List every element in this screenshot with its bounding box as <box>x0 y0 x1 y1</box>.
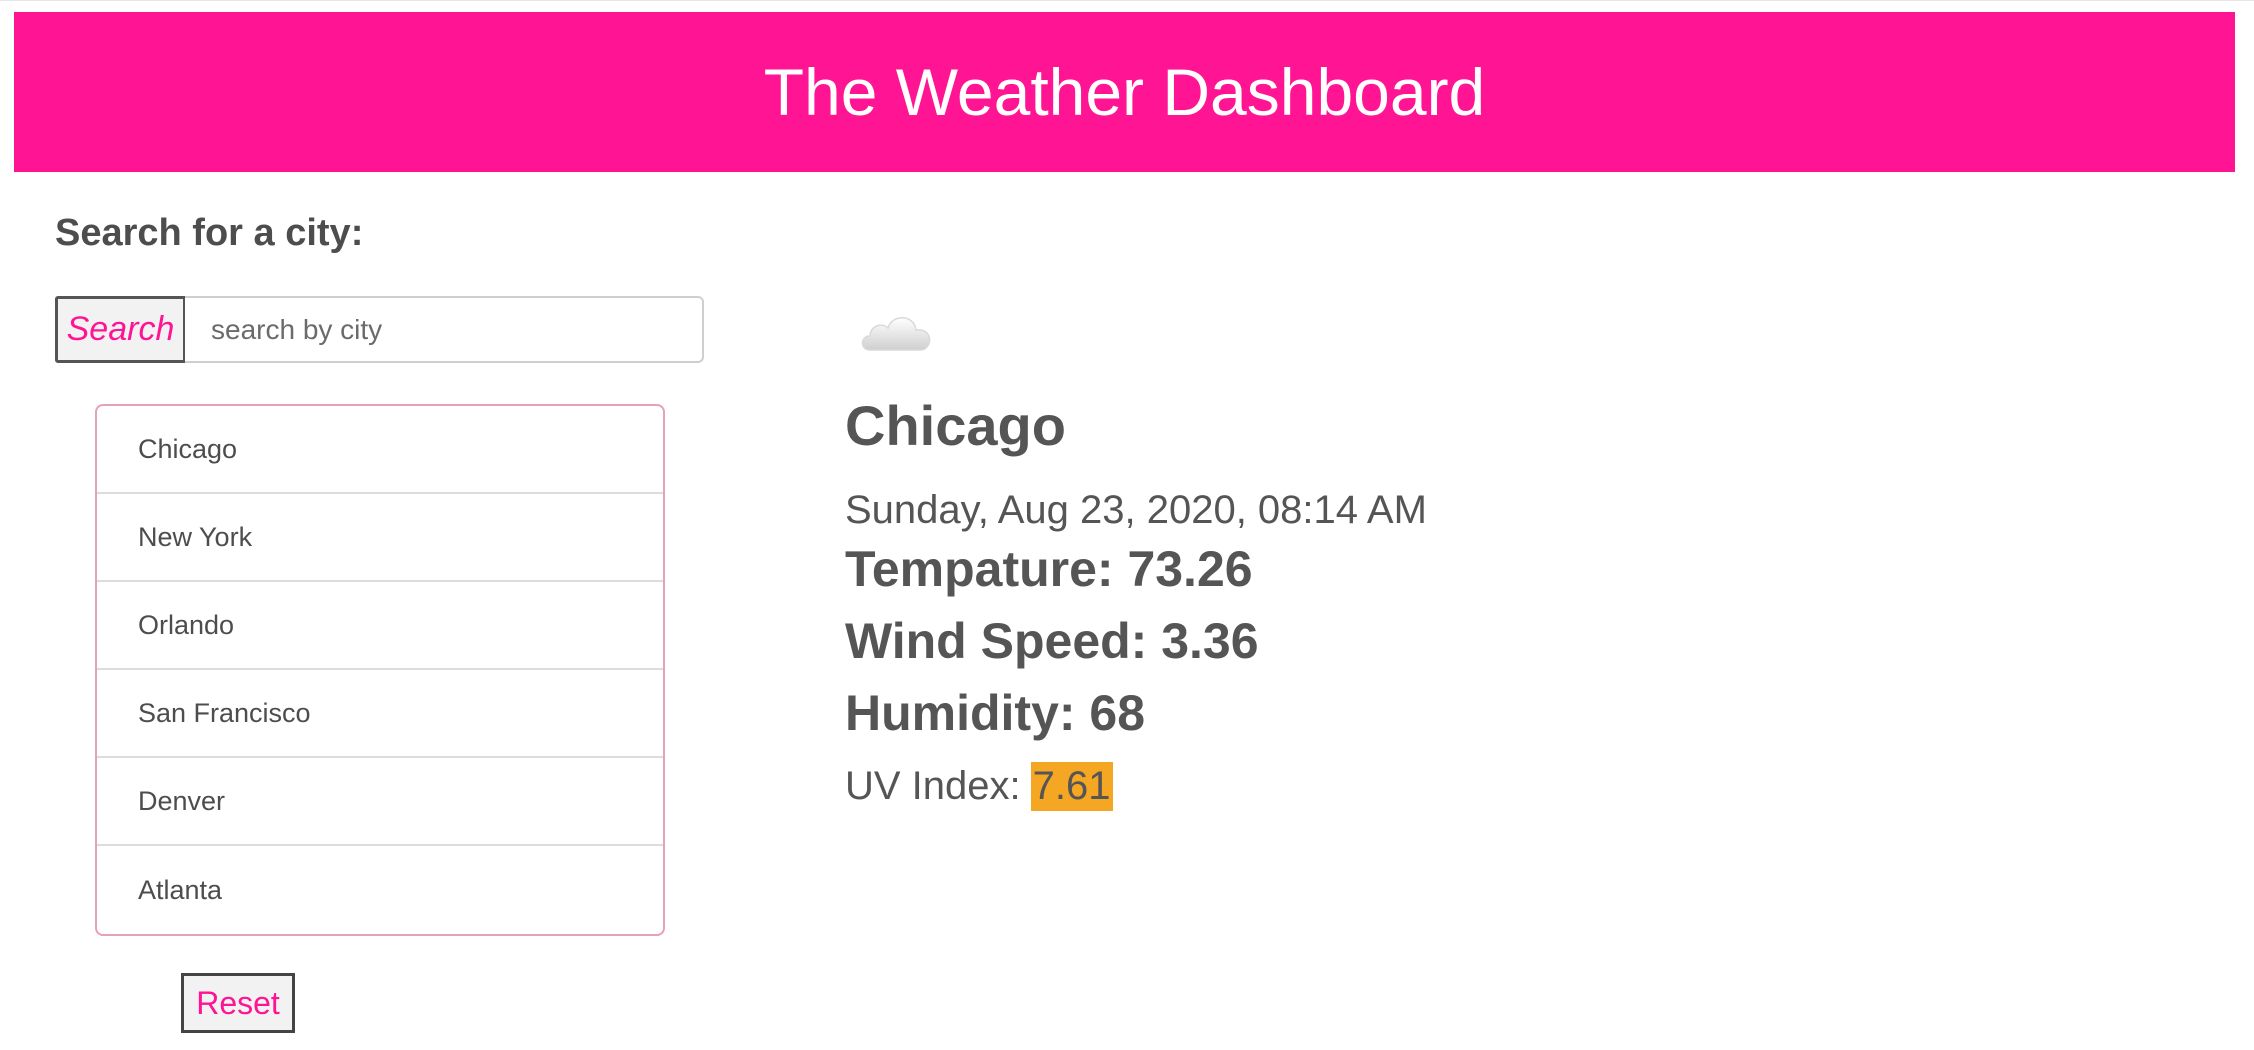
window-top-edge <box>0 0 2254 12</box>
current-datetime: Sunday, Aug 23, 2020, 08:14 AM <box>845 488 1427 532</box>
search-heading: Search for a city: <box>55 212 364 254</box>
city-list-item[interactable]: New York <box>97 494 663 582</box>
page-header: The Weather Dashboard <box>14 12 2235 172</box>
uv-index-label: UV Index: <box>845 764 1021 808</box>
city-list-item[interactable]: San Francisco <box>97 670 663 758</box>
reset-button[interactable]: Reset <box>181 973 295 1033</box>
city-list-item[interactable]: Denver <box>97 758 663 846</box>
city-list-item[interactable]: Orlando <box>97 582 663 670</box>
uv-index-row: UV Index: 7.61 <box>845 762 1113 811</box>
cloud-icon <box>858 306 936 356</box>
uv-index-badge: 7.61 <box>1030 762 1113 811</box>
city-list-item[interactable]: Atlanta <box>97 846 663 934</box>
search-button[interactable]: Search <box>55 296 185 363</box>
current-city-name: Chicago <box>845 394 1066 457</box>
humidity-readout: Humidity: 68 <box>845 685 1146 741</box>
page-title: The Weather Dashboard <box>763 55 1486 129</box>
search-bar: Search <box>55 296 704 363</box>
city-history-list: Chicago New York Orlando San Francisco D… <box>95 404 665 936</box>
wind-speed-readout: Wind Speed: 3.36 <box>845 613 1259 669</box>
temperature-readout: Tempature: 73.26 <box>845 541 1253 597</box>
city-search-input[interactable] <box>185 296 704 363</box>
city-list-item[interactable]: Chicago <box>97 406 663 494</box>
